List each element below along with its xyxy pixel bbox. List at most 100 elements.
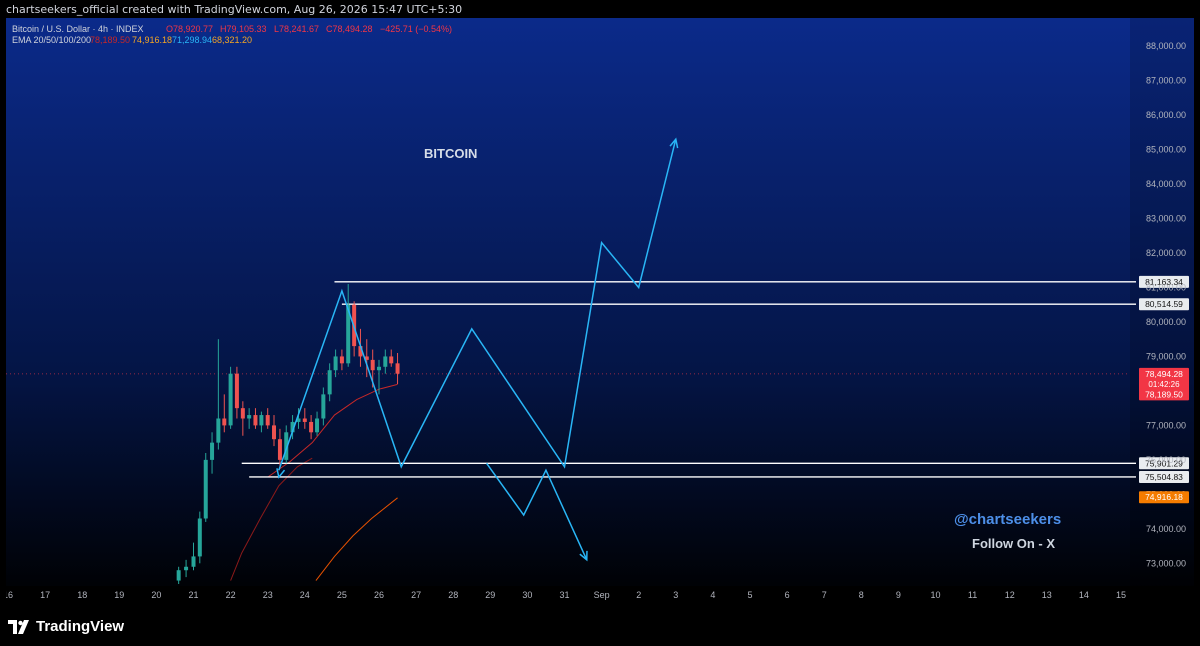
x-tick-label: 13 [1042,590,1052,600]
y-tick-label: 88,000.00 [1146,41,1186,51]
price-chart[interactable]: 81,163.3480,514.5975,901.2975,504.83 161… [6,18,1194,604]
candle-body[interactable] [265,415,270,426]
chart-container[interactable]: 81,163.3480,514.5975,901.2975,504.83 161… [6,18,1194,604]
candle-body[interactable] [395,363,400,374]
candle-body[interactable] [309,421,314,433]
candle-body[interactable] [339,356,344,364]
x-tick-label: 16 [6,590,13,600]
y-tick-label: 83,000.00 [1146,214,1186,224]
x-tick-label: 21 [188,590,198,600]
candle-body[interactable] [197,518,202,557]
tradingview-logo[interactable]: TradingView [8,618,124,635]
candle-body[interactable] [333,356,338,371]
candle-body[interactable] [222,418,227,426]
y-tick-label: 84,000.00 [1146,179,1186,189]
x-tick-label: 4 [710,590,715,600]
x-tick-label: 11 [968,590,977,600]
x-tick-label: 30 [522,590,532,600]
candle-body[interactable] [383,356,388,367]
candle-body[interactable] [191,556,196,567]
price-tag-label: 78,494.28 [1145,369,1183,379]
y-tick-label: 87,000.00 [1146,76,1186,86]
ema50-value: 74,916.18 [132,35,172,45]
candle-body[interactable] [176,570,181,581]
candle-body[interactable] [389,356,394,364]
x-tick-label: 15 [1116,590,1126,600]
candle-body[interactable] [247,415,252,419]
candle-body[interactable] [370,359,375,371]
y-tick-label: 86,000.00 [1146,110,1186,120]
legend-low: L78,241.67 [274,24,319,34]
x-tick-label: 23 [263,590,273,600]
legend-high: H79,105.33 [220,24,267,34]
x-tick-label: 12 [1005,590,1015,600]
x-tick-label: 17 [40,590,50,600]
ema20-value: 78,189.50 [90,35,130,45]
y-tick-label: 76,000.00 [1146,455,1186,465]
candle-body[interactable] [277,439,282,460]
bottom-brand-bar: TradingView [0,604,1200,646]
header-caption: chartseekers_official created with Tradi… [6,3,463,16]
y-tick-label: 81,000.00 [1146,282,1186,292]
x-tick-label: 14 [1079,590,1089,600]
x-tick-label: 29 [485,590,495,600]
x-tick-label: 3 [673,590,678,600]
x-tick-label: 10 [930,590,940,600]
x-tick-label: 8 [859,590,864,600]
x-tick-label: 31 [559,590,569,600]
chart-annotation-title: BITCOIN [424,146,477,161]
ema200-value: 68,321.20 [212,35,252,45]
follow-caption: Follow On - X [972,536,1055,551]
handle-watermark: @chartseekers [954,511,1061,528]
x-tick-label: 20 [151,590,161,600]
candle-body[interactable] [210,442,215,460]
tradingview-logo-icon [8,619,29,634]
candle-body[interactable] [302,418,307,422]
y-tick-label: 74,000.00 [1146,524,1186,534]
candle-body[interactable] [272,425,277,440]
tradingview-brand-text: TradingView [36,618,125,635]
legend-symbol: Bitcoin / U.S. Dollar · 4h · INDEX [12,24,144,34]
candle-body[interactable] [259,415,264,426]
price-tag-countdown: 01:42:26 [1148,380,1180,389]
x-tick-label: Sep [594,590,610,600]
candle-body[interactable] [253,415,258,426]
candle-body[interactable] [184,566,189,571]
y-tick-label: 77,000.00 [1146,420,1186,430]
x-tick-label: 9 [896,590,901,600]
ema-legend-label: EMA 20/50/100/200 [12,35,91,45]
ema100-value: 71,298.94 [172,35,212,45]
x-tick-label: 18 [77,590,87,600]
legend-close: C78,494.28 [326,24,373,34]
candle-body[interactable] [321,394,326,419]
candle-body[interactable] [234,373,239,409]
price-tag-label: 74,916.18 [1145,492,1183,502]
x-tick-label: 27 [411,590,421,600]
candle-body[interactable] [216,418,221,443]
legend-open: O78,920.77 [166,24,213,34]
x-tick-label: 19 [114,590,124,600]
candle-body[interactable] [327,370,332,395]
x-tick-label: 7 [822,590,827,600]
x-tick-label: 6 [785,590,790,600]
level-price-label: 80,514.59 [1145,299,1183,309]
x-tick-label: 25 [337,590,347,600]
x-tick-label: 22 [226,590,236,600]
y-tick-label: 82,000.00 [1146,248,1186,258]
candle-body[interactable] [228,373,233,426]
candle-body[interactable] [203,459,208,519]
level-price-label: 75,504.83 [1145,472,1183,482]
price-tag-label: 78,189.50 [1145,389,1183,399]
legend-change: −425.71 (−0.54%) [380,24,452,34]
x-tick-label: 28 [448,590,458,600]
y-tick-label: 73,000.00 [1146,558,1186,568]
candle-body[interactable] [377,366,381,371]
x-tick-label: 5 [747,590,752,600]
candle-body[interactable] [315,418,320,433]
y-tick-label: 85,000.00 [1146,145,1186,155]
y-tick-label: 79,000.00 [1146,351,1186,361]
candle-body[interactable] [240,408,245,419]
x-tick-label: 2 [636,590,641,600]
top-caption-bar: chartseekers_official created with Tradi… [0,0,1200,18]
x-tick-label: 24 [300,590,310,600]
